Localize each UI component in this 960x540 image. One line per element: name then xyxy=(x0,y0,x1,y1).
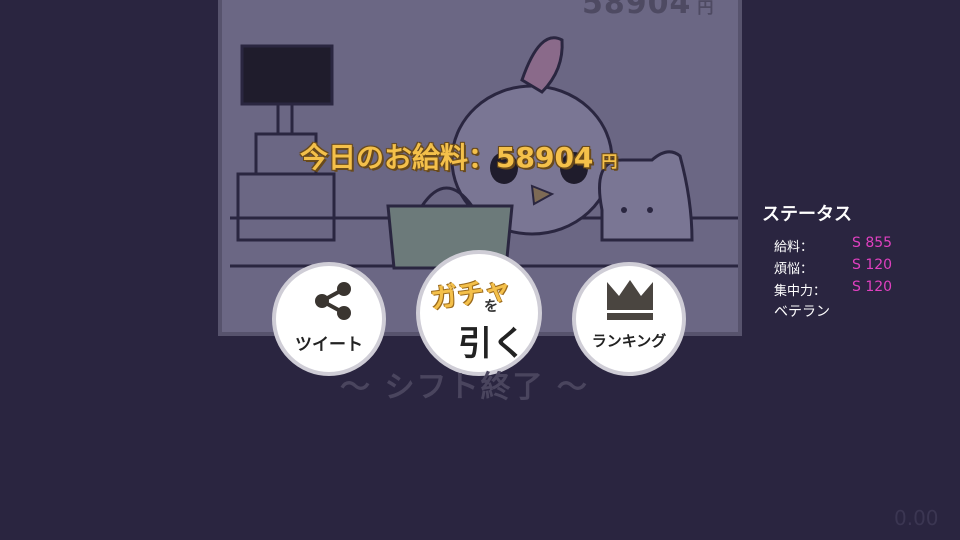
tweet-button[interactable]: ツイート xyxy=(272,262,386,376)
top-score-unit: 円 xyxy=(697,0,715,17)
status-label-focus: 集中力： xyxy=(774,284,827,299)
status-value-salary: S 855 xyxy=(852,235,893,251)
today-salary-display: 今日のお給料：58904 円 xyxy=(300,136,617,176)
today-salary-unit: 円 xyxy=(601,152,618,171)
ranking-button-label: ランキング xyxy=(591,332,667,350)
gacha-button[interactable]: ガチャ を 引く xyxy=(416,250,542,376)
gacha-label-bottom: 引く xyxy=(458,324,526,364)
gacha-label-top: ガチャ xyxy=(428,273,513,316)
status-label-desire: 煩悩： xyxy=(774,262,814,277)
status-rank: ベテラン xyxy=(774,304,830,320)
top-score-value: 58904 xyxy=(582,0,692,21)
status-label-salary: 給料： xyxy=(774,240,814,255)
top-score: 58904 円 xyxy=(582,0,714,21)
timer: 0.00 xyxy=(894,506,939,530)
share-icon xyxy=(315,282,351,320)
gacha-label-particle: を xyxy=(484,299,498,315)
shift-end-text: 〜 シフト終了 〜 xyxy=(340,370,589,405)
status-title: ステータス xyxy=(762,204,852,225)
crown-icon xyxy=(607,280,653,320)
today-salary-label: 今日のお給料：58904 xyxy=(300,141,594,174)
tweet-button-label: ツイート xyxy=(295,335,363,355)
status-value-desire: S 120 xyxy=(852,257,893,273)
ranking-button[interactable]: ランキング xyxy=(572,262,686,376)
register-monitor xyxy=(240,44,334,106)
game-screen: 58904 円 今日のお給料：58904 円 ツイート ガチャ を 引く ランキング… xyxy=(0,0,960,540)
status-value-focus: S 120 xyxy=(852,279,893,295)
